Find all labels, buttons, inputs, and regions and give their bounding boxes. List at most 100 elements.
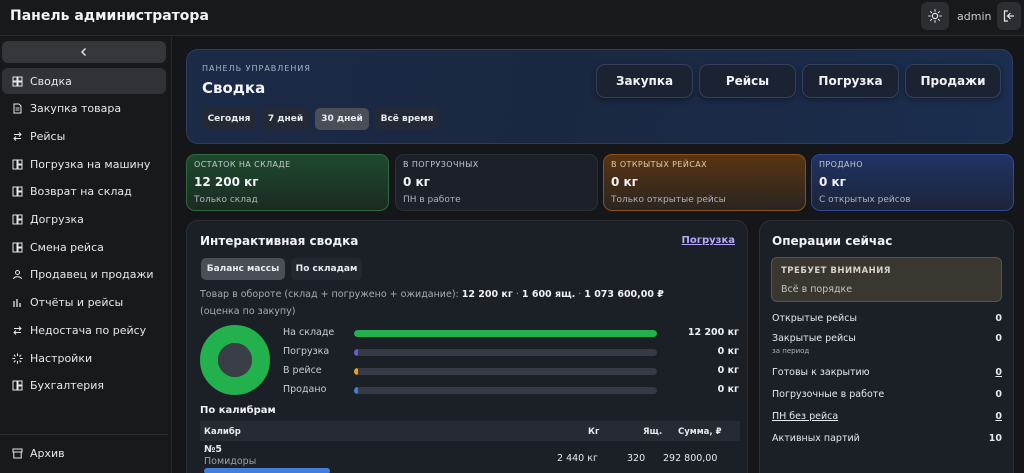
sidebar-item-archive[interactable]: Архив: [2, 440, 166, 466]
sidebar-item-3[interactable]: Рейсы: [2, 123, 166, 149]
op-row-pn-without-trip[interactable]: ПН без рейса 0: [772, 411, 1002, 425]
period-7-days-button[interactable]: 7 дней: [262, 108, 309, 130]
loading-link[interactable]: Погрузка: [682, 235, 736, 246]
balance-donut-chart: [200, 325, 270, 395]
sidebar-item-2[interactable]: Закупка товара: [2, 96, 166, 122]
sidebar-item-label: Архив: [30, 446, 65, 460]
balance-value: 0 кг: [717, 365, 739, 376]
op-row-closed-trips: Закрытые рейсы 0 за период: [772, 333, 1002, 355]
grid-icon: [11, 214, 23, 226]
stat-card-warehouse[interactable]: ОСТАТОК НА СКЛАДЕ 12 200 кг Только склад: [186, 154, 389, 211]
tab-mass-balance[interactable]: Баланс массы: [201, 258, 285, 280]
balance-fill: [354, 349, 358, 356]
period-today-button[interactable]: Сегодня: [202, 108, 256, 130]
stat-note: ПН в работе: [403, 195, 461, 205]
op-row-ready-to-close[interactable]: Готовы к закрытию 0: [772, 367, 1002, 381]
op-label: Погрузочные в работе: [772, 389, 885, 400]
period-30-days-button[interactable]: 30 дней: [315, 108, 369, 130]
sidebar-item-label: Смена рейса: [30, 240, 104, 254]
stat-value: 0 кг: [403, 175, 430, 189]
op-row-open-trips: Открытые рейсы 0: [772, 313, 1002, 327]
stat-label: В ОТКРЫТЫХ РЕЙСАХ: [611, 160, 707, 169]
column-header-kg: Кг: [588, 427, 600, 437]
sidebar-item-8[interactable]: Продавец и продажи: [2, 262, 166, 288]
sidebar-divider: [0, 434, 168, 435]
stat-note: С открытых рейсов: [819, 195, 911, 205]
dashboard-header-card: ПАНЕЛЬ УПРАВЛЕНИЯ Сводка Сегодня 7 дней …: [186, 49, 1013, 144]
turnover-label: Товар в обороте (склад + погружено + ожи…: [200, 289, 459, 300]
sidebar-item-10[interactable]: Недостача по рейсу: [2, 317, 166, 343]
sidebar: Сводка Закупка товара Рейсы Погрузка на маш…: [0, 37, 172, 473]
caliber-name: №5: [204, 444, 223, 455]
sidebar-item-label: Сводка: [30, 74, 72, 88]
grid-icon: [11, 186, 23, 198]
balance-value: 0 кг: [717, 346, 739, 357]
trips-button[interactable]: Рейсы: [699, 64, 796, 98]
op-value-link[interactable]: 0: [995, 411, 1002, 422]
column-header-sum: Сумма, ₽: [678, 427, 722, 437]
balance-value: 12 200 кг: [687, 327, 739, 338]
period-all-time-button[interactable]: Всё время: [375, 108, 439, 130]
caliber-kg: 2 440 кг: [557, 453, 598, 464]
turnover-line: Товар в обороте (склад + погружено + ожи…: [200, 289, 664, 300]
chevron-left-icon: [81, 48, 86, 56]
logout-button[interactable]: [997, 2, 1021, 30]
sidebar-item-label: Недостача по рейсу: [30, 323, 147, 337]
op-sublabel: за период: [772, 347, 810, 355]
stat-note: Только склад: [194, 195, 258, 205]
sidebar-item-7[interactable]: Смена рейса: [2, 234, 166, 260]
sidebar-item-label: Настройки: [30, 351, 93, 365]
theme-toggle-button[interactable]: [921, 2, 949, 30]
stat-note: Только открытые рейсы: [611, 195, 726, 205]
calibers-title: По калибрам: [200, 405, 276, 416]
donut-center: [218, 343, 252, 377]
sidebar-item-5[interactable]: Возврат на склад: [2, 179, 166, 205]
sidebar-item-11[interactable]: Настройки: [2, 345, 166, 371]
stat-label: ПРОДАНО: [819, 160, 863, 169]
attention-label: ТРЕБУЕТ ВНИМАНИЯ: [781, 266, 891, 276]
sidebar-item-label: Рейсы: [30, 129, 66, 143]
grid-icon: [11, 241, 23, 253]
op-label: Закрытые рейсы: [772, 333, 856, 344]
caliber-sum: 292 800,00: [663, 453, 718, 464]
sidebar-item-label: Погрузка на машину: [30, 157, 151, 171]
sidebar-item-6[interactable]: Догрузка: [2, 207, 166, 233]
op-value-link[interactable]: 0: [995, 367, 1002, 378]
sidebar-item-1[interactable]: Сводка: [2, 68, 166, 94]
op-label-link[interactable]: ПН без рейса: [772, 411, 838, 422]
swap-icon: [11, 324, 23, 336]
sidebar-item-9[interactable]: Отчёты и рейсы: [2, 290, 166, 316]
column-header-boxes: Ящ.: [643, 427, 663, 437]
sidebar-item-label: Отчёты и рейсы: [30, 296, 124, 310]
op-value: 0: [995, 333, 1002, 344]
stat-card-sold[interactable]: ПРОДАНО 0 кг С открытых рейсов: [811, 154, 1014, 211]
top-bar: Панель администратора admin: [0, 0, 1024, 36]
page-title: Сводка: [202, 79, 266, 97]
settings-icon: [11, 352, 23, 364]
attention-box: ТРЕБУЕТ ВНИМАНИЯ Всё в порядке: [771, 257, 1002, 302]
balance-track: [354, 368, 657, 375]
stat-card-open-trips[interactable]: В ОТКРЫТЫХ РЕЙСАХ 0 кг Только открытые р…: [603, 154, 806, 211]
sidebar-collapse-button[interactable]: [2, 41, 166, 63]
op-label: Активных партий: [772, 433, 860, 444]
table-row[interactable]: №5 Помидоры 2 440 кг 320 292 800,00: [200, 442, 740, 473]
stat-card-loading[interactable]: В ПОГРУЗОЧНЫХ 0 кг ПН в работе: [395, 154, 598, 211]
sales-button[interactable]: Продажи: [905, 64, 1001, 98]
balance-track: [354, 387, 657, 394]
balance-label: Погрузка: [283, 346, 330, 357]
interactive-summary-panel: Интерактивная сводка Погрузка Баланс мас…: [186, 220, 748, 473]
turnover-note: (оценка по закупу): [200, 306, 296, 317]
sidebar-item-4[interactable]: Погрузка на машину: [2, 151, 166, 177]
balance-fill: [354, 387, 358, 394]
document-icon: [11, 103, 23, 115]
loading-button[interactable]: Погрузка: [802, 64, 899, 98]
app-title: Панель администратора: [10, 8, 209, 24]
tab-by-warehouse[interactable]: По складам: [291, 258, 362, 280]
stat-value: 0 кг: [819, 175, 846, 189]
page-kicker: ПАНЕЛЬ УПРАВЛЕНИЯ: [202, 64, 311, 73]
grid-icon: [11, 380, 23, 392]
chart-icon: [11, 297, 23, 309]
stat-value: 12 200 кг: [194, 175, 259, 189]
sidebar-item-12[interactable]: Бухгалтерия: [2, 373, 166, 399]
purchase-button[interactable]: Закупка: [596, 64, 693, 98]
